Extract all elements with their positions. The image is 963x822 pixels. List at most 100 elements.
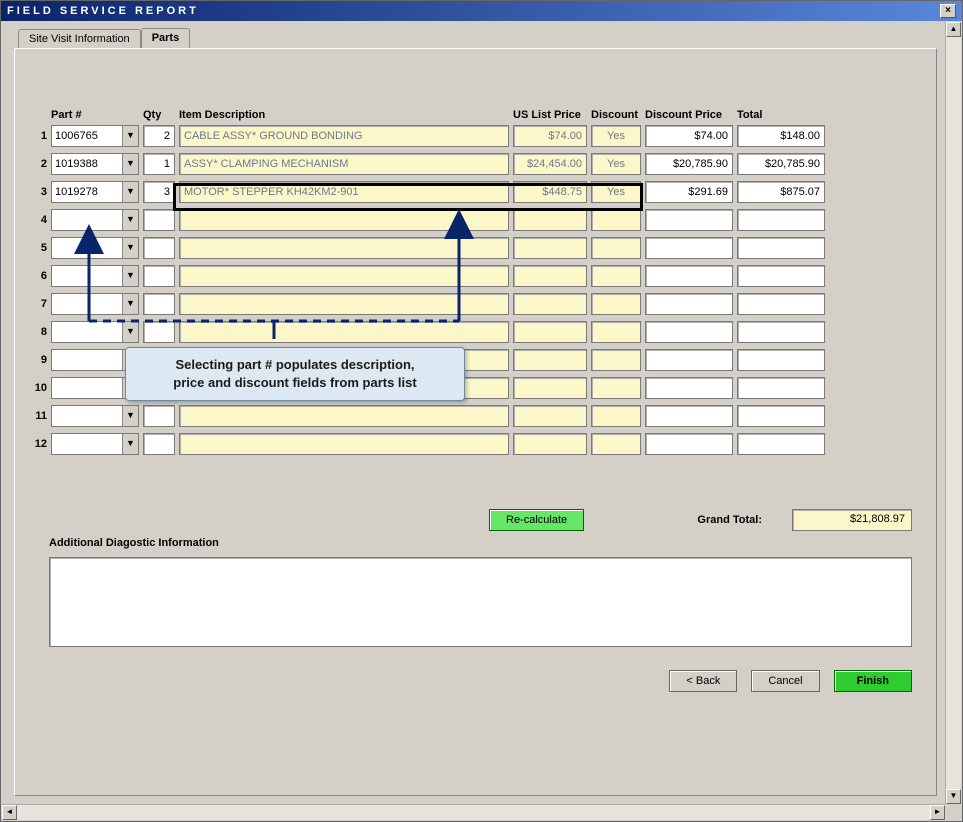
discount-price-input[interactable] [645,237,733,259]
header-discount: Discount [591,109,641,121]
chevron-down-icon[interactable]: ▼ [122,350,138,370]
price-cell [513,377,587,399]
header-discount-price: Discount Price [645,109,733,121]
cancel-button[interactable]: Cancel [751,670,819,692]
part-combo[interactable]: ▼ [51,433,139,455]
qty-input[interactable] [143,321,175,343]
qty-input[interactable] [143,293,175,315]
qty-input[interactable] [143,349,175,371]
discount-price-input[interactable]: $20,785.90 [645,153,733,175]
part-input[interactable] [52,154,122,174]
qty-input[interactable]: 2 [143,125,175,147]
chevron-down-icon[interactable]: ▼ [122,154,138,174]
part-combo[interactable]: ▼ [51,293,139,315]
header-desc: Item Description [179,109,509,121]
scroll-left-icon[interactable]: ◄ [2,805,17,820]
discount-cell [591,265,641,287]
part-input[interactable] [52,266,122,286]
part-input[interactable] [52,378,122,398]
discount-price-input[interactable] [645,265,733,287]
qty-input[interactable] [143,433,175,455]
close-icon[interactable]: × [940,4,956,18]
description-cell: MOTOR* STEPPER KH42KM2-901 [179,181,509,203]
price-cell [513,405,587,427]
diagnostic-textarea[interactable] [49,557,912,647]
parts-grid: Part # Qty Item Description US List Pric… [29,109,922,461]
part-combo[interactable]: ▼ [51,125,139,147]
scroll-up-icon[interactable]: ▲ [946,22,961,37]
row-number: 11 [29,410,47,422]
discount-price-input[interactable] [645,321,733,343]
discount-price-input[interactable] [645,405,733,427]
part-input[interactable] [52,126,122,146]
tab-parts[interactable]: Parts [141,28,191,48]
discount-price-input[interactable] [645,293,733,315]
part-combo[interactable]: ▼ [51,181,139,203]
table-row: 4▼ [29,209,922,231]
total-cell [737,237,825,259]
recalculate-button[interactable]: Re-calculate [489,509,584,531]
total-cell [737,433,825,455]
qty-input[interactable]: 1 [143,153,175,175]
description-cell [179,293,509,315]
discount-price-input[interactable] [645,349,733,371]
part-input[interactable] [52,322,122,342]
row-number: 3 [29,186,47,198]
chevron-down-icon[interactable]: ▼ [122,266,138,286]
discount-cell [591,321,641,343]
part-combo[interactable]: ▼ [51,237,139,259]
part-input[interactable] [52,350,122,370]
chevron-down-icon[interactable]: ▼ [122,406,138,426]
part-combo[interactable]: ▼ [51,377,139,399]
chevron-down-icon[interactable]: ▼ [122,238,138,258]
part-input[interactable] [52,434,122,454]
chevron-down-icon[interactable]: ▼ [122,182,138,202]
total-cell: $20,785.90 [737,153,825,175]
table-row: 8▼ [29,321,922,343]
chevron-down-icon[interactable]: ▼ [122,210,138,230]
part-combo[interactable]: ▼ [51,209,139,231]
scroll-right-icon[interactable]: ► [930,805,945,820]
part-input[interactable] [52,182,122,202]
row-number: 6 [29,270,47,282]
back-button[interactable]: < Back [669,670,737,692]
qty-input[interactable] [143,237,175,259]
scroll-down-icon[interactable]: ▼ [946,789,961,804]
chevron-down-icon[interactable]: ▼ [122,322,138,342]
part-combo[interactable]: ▼ [51,349,139,371]
qty-input[interactable] [143,265,175,287]
row-number: 8 [29,326,47,338]
part-combo[interactable]: ▼ [51,405,139,427]
part-combo[interactable]: ▼ [51,265,139,287]
part-input[interactable] [52,238,122,258]
discount-price-input[interactable] [645,377,733,399]
qty-input[interactable] [143,209,175,231]
qty-input[interactable] [143,405,175,427]
grand-total-label: Grand Total: [697,514,762,526]
app-window: FIELD SERVICE REPORT × Site Visit Inform… [0,0,963,822]
part-input[interactable] [52,210,122,230]
qty-input[interactable] [143,377,175,399]
chevron-down-icon[interactable]: ▼ [122,294,138,314]
part-combo[interactable]: ▼ [51,153,139,175]
discount-price-input[interactable]: $291.69 [645,181,733,203]
scrollbar-horizontal[interactable]: ◄ ► [2,804,945,820]
discount-price-input[interactable]: $74.00 [645,125,733,147]
discount-price-input[interactable] [645,209,733,231]
chevron-down-icon[interactable]: ▼ [122,378,138,398]
table-row: 3▼3MOTOR* STEPPER KH42KM2-901$448.75Yes$… [29,181,922,203]
finish-button[interactable]: Finish [834,670,912,692]
scrollbar-vertical[interactable]: ▲ ▼ [945,22,961,804]
description-cell [179,321,509,343]
table-row: 9▼ [29,349,922,371]
discount-price-input[interactable] [645,433,733,455]
qty-input[interactable]: 3 [143,181,175,203]
tab-site-visit[interactable]: Site Visit Information [18,29,141,48]
chevron-down-icon[interactable]: ▼ [122,126,138,146]
chevron-down-icon[interactable]: ▼ [122,434,138,454]
row-number: 1 [29,130,47,142]
part-input[interactable] [52,294,122,314]
part-input[interactable] [52,406,122,426]
part-combo[interactable]: ▼ [51,321,139,343]
total-cell [737,405,825,427]
